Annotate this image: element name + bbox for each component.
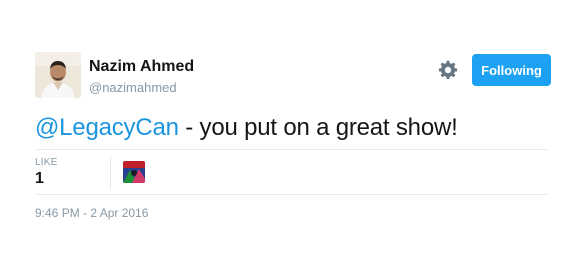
liker-avatar-icon bbox=[123, 161, 145, 183]
user-avatar-icon bbox=[35, 52, 81, 98]
author-display-name[interactable]: Nazim Ahmed bbox=[89, 58, 194, 76]
like-label: LIKE bbox=[35, 157, 58, 168]
gear-icon[interactable] bbox=[438, 60, 458, 80]
mention-link[interactable]: @LegacyCan bbox=[35, 114, 179, 141]
author-screen-name[interactable]: @nazimahmed bbox=[89, 80, 177, 95]
following-button[interactable]: Following bbox=[472, 54, 551, 86]
tweet-body: - you put on a great show! bbox=[178, 114, 458, 141]
tweet-text: @LegacyCan - you put on a great show! bbox=[35, 114, 458, 142]
liker-avatar[interactable] bbox=[123, 161, 145, 183]
tweet-stats: LIKE 1 bbox=[35, 149, 549, 195]
like-count: 1 bbox=[35, 170, 44, 187]
like-stat[interactable]: LIKE 1 bbox=[35, 157, 57, 188]
tweet-timestamp[interactable]: 9:46 PM - 2 Apr 2016 bbox=[35, 206, 148, 220]
stats-divider bbox=[110, 156, 111, 190]
author-avatar[interactable] bbox=[35, 52, 81, 98]
tweet-card: Nazim Ahmed @nazimahmed Following @Legac… bbox=[0, 0, 585, 257]
